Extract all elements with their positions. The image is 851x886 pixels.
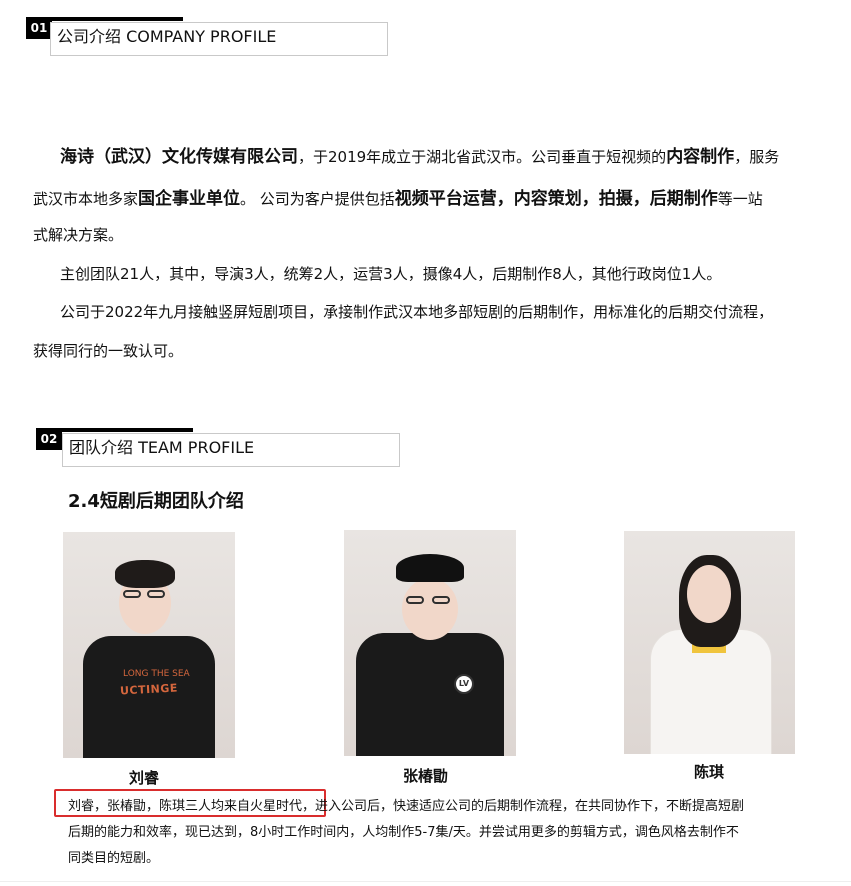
company-line-2-bold-a: 国企事业单位	[138, 189, 241, 209]
member-1-hair	[115, 560, 175, 588]
company-line-5: 公司于2022年九月接触竖屏短剧项目，承接制作武汉本地多部短剧的后期制作，用标准…	[60, 303, 774, 321]
member-2-glasses-left	[406, 596, 424, 604]
company-line-2: 武汉市本地多家国企事业单位。 公司为客户提供包括视频平台运营，内容策划，拍摄，后…	[33, 184, 763, 209]
member-photo-liu-rui: LONG THE SEA UCTINGE	[63, 532, 235, 758]
company-section-title: 公司介绍 COMPANY PROFILE	[50, 22, 388, 56]
member-1-glasses-left	[123, 590, 141, 598]
member-2-glasses-right	[432, 596, 450, 604]
member-photo-chen-qi	[624, 531, 795, 754]
company-line-1-text-c: ，服务	[734, 148, 780, 166]
team-description-highlighted-text: 刘睿，张椿勖，陈琪三人均来自火星时代	[68, 799, 303, 814]
team-section-number: 02	[36, 428, 62, 450]
team-description-line-3: 同类目的短剧。	[68, 851, 160, 866]
member-name-zhang-chun-xu: 张椿勖	[403, 767, 449, 785]
member-name-liu-rui: 刘睿	[129, 769, 160, 787]
team-section-header: 02 团队介绍 TEAM PROFILE	[36, 428, 400, 467]
member-photo-zhang-chun-xu: LV	[344, 530, 516, 756]
team-subtitle: 2.4短剧后期团队介绍	[68, 491, 244, 512]
company-line-2-text-c: 等一站	[717, 190, 763, 208]
team-section-title: 团队介绍 TEAM PROFILE	[62, 433, 400, 467]
company-line-2-bold-b: 视频平台运营，内容策划，拍摄，后期制作	[394, 189, 718, 209]
company-line-3: 式解决方案。	[33, 226, 124, 244]
member-2-cap	[396, 554, 464, 582]
team-description-line-2: 后期的能力和效率，现已达到，8小时工作时间内，人均制作5-7集/天。并尝试用更多…	[68, 825, 739, 840]
company-line-1-bold-b: 内容制作	[666, 147, 735, 167]
member-2-jacket	[356, 633, 504, 756]
member-2-jacket-logo: LV	[454, 674, 474, 694]
member-1-glasses-right	[147, 590, 165, 598]
company-profile-page: 01 公司介绍 COMPANY PROFILE 海诗（武汉）文化传媒有限公司，于…	[0, 0, 851, 402]
member-1-shirt-print-top: LONG THE SEA	[123, 669, 190, 679]
team-description-line-1-rest: ，进入公司后，快速适应公司的后期制作流程，在共同协作下，不断提高短剧	[302, 799, 745, 814]
member-name-chen-qi: 陈琪	[694, 763, 725, 781]
page-bottom-edge	[0, 881, 851, 882]
company-line-2-text-b: 。 公司为客户提供包括	[240, 190, 395, 208]
company-section-header: 01 公司介绍 COMPANY PROFILE	[26, 17, 388, 56]
member-1-hoodie	[83, 636, 215, 758]
company-line-4: 主创团队21人，其中，导演3人，统筹2人，运营3人，摄像4人，后期制作8人，其他…	[60, 265, 722, 283]
company-line-6: 获得同行的一致认可。	[33, 342, 184, 360]
company-description: 海诗（武汉）文化传媒有限公司，于2019年成立于湖北省武汉市。公司垂直于短视频的…	[0, 0, 851, 402]
company-line-1: 海诗（武汉）文化传媒有限公司，于2019年成立于湖北省武汉市。公司垂直于短视频的…	[60, 142, 779, 167]
member-3-face	[687, 565, 731, 623]
company-name: 海诗（武汉）文化传媒有限公司	[60, 147, 298, 167]
company-line-2-text-a: 武汉市本地多家	[33, 190, 139, 208]
team-description-line-1: 刘睿，张椿勖，陈琪三人均来自火星时代，进入公司后，快速适应公司的后期制作流程，在…	[68, 795, 744, 814]
company-section-number: 01	[26, 17, 52, 39]
company-line-1-text-a: ，于2019年成立于湖北省武汉市。公司垂直于短视频的	[298, 148, 667, 166]
member-2-face	[402, 578, 458, 640]
